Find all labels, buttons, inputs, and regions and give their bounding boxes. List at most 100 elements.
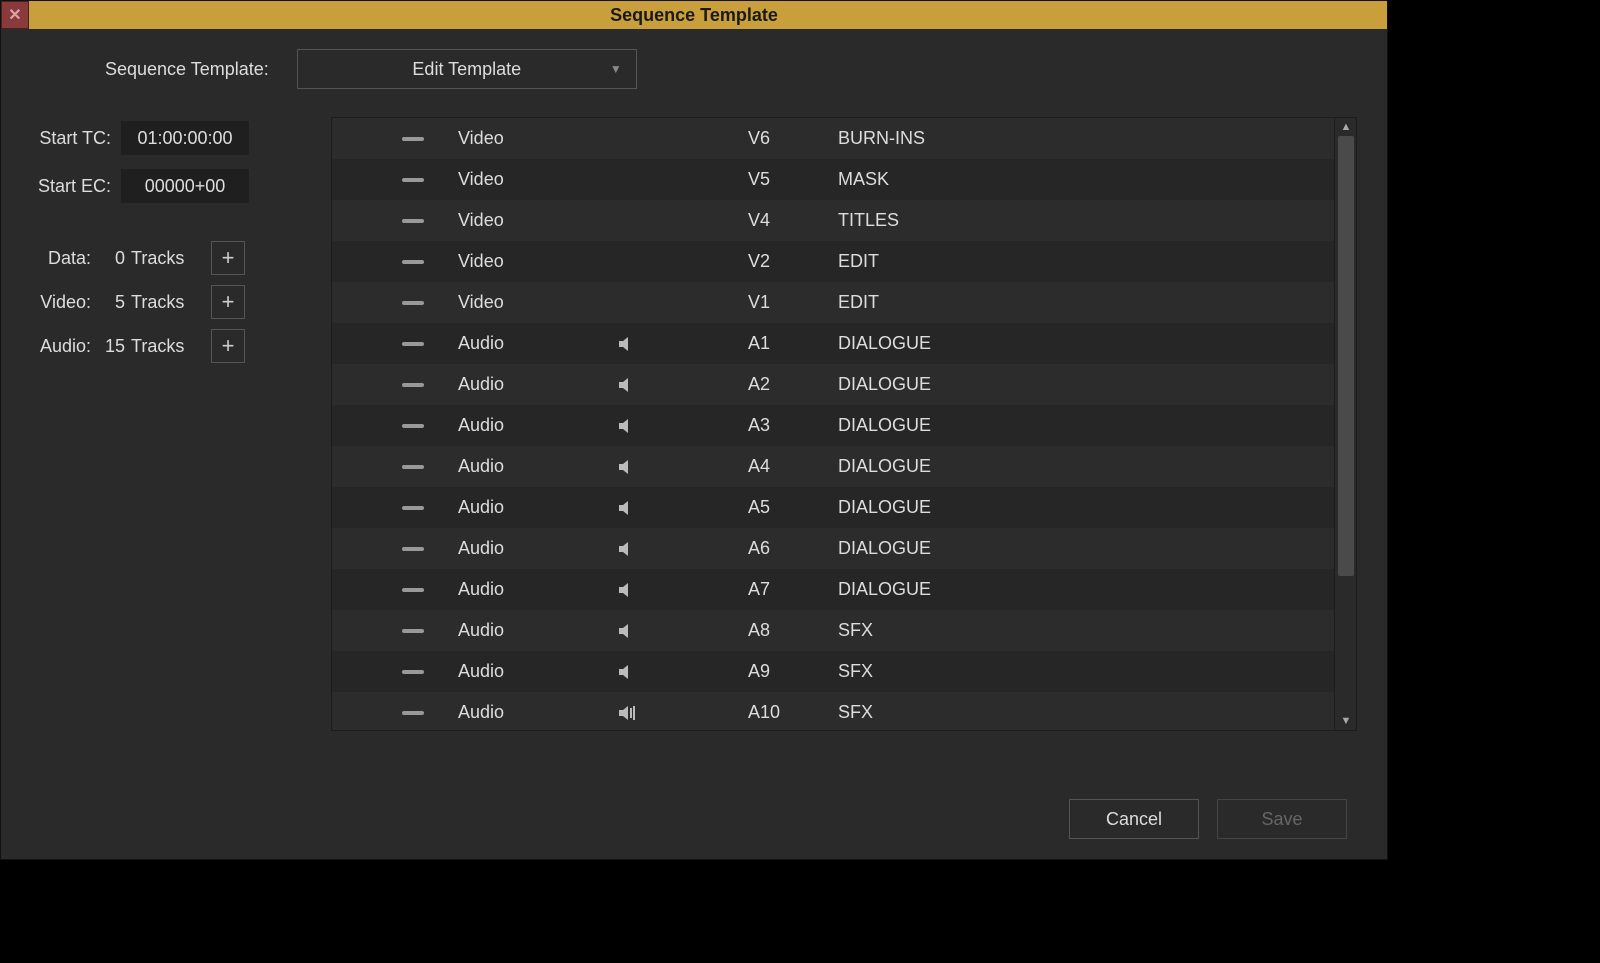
track-list: VideoV6BURN-INSVideoV5MASKVideoV4TITLESV…	[332, 118, 1334, 730]
track-id: A7	[748, 579, 838, 600]
add-video-track-button[interactable]: +	[211, 285, 245, 319]
audio-tracks-label: Audio:	[31, 336, 91, 357]
track-type: Video	[458, 251, 618, 272]
remove-track-button[interactable]	[368, 342, 458, 346]
remove-track-button[interactable]	[368, 506, 458, 510]
minus-icon	[402, 588, 424, 592]
video-tracks-row: Video: 5 Tracks +	[31, 285, 331, 319]
minus-icon	[402, 137, 424, 141]
titlebar: ✕ Sequence Template	[1, 1, 1387, 29]
speaker-icon	[618, 664, 748, 680]
track-id: V6	[748, 128, 838, 149]
track-row[interactable]: AudioA2DIALOGUE	[332, 364, 1334, 405]
track-name: SFX	[838, 661, 1334, 682]
audio-tracks-count: 15	[99, 336, 125, 357]
template-label: Sequence Template:	[105, 59, 269, 80]
track-row[interactable]: VideoV6BURN-INS	[332, 118, 1334, 159]
remove-track-button[interactable]	[368, 670, 458, 674]
track-row[interactable]: AudioA3DIALOGUE	[332, 405, 1334, 446]
track-row[interactable]: AudioA6DIALOGUE	[332, 528, 1334, 569]
track-row[interactable]: Audio A7DIALOGUE	[332, 569, 1334, 610]
minus-icon	[402, 424, 424, 428]
remove-track-button[interactable]	[368, 588, 458, 592]
close-icon: ✕	[8, 5, 21, 25]
minus-icon	[402, 711, 424, 715]
remove-track-button[interactable]	[368, 547, 458, 551]
cancel-button[interactable]: Cancel	[1069, 799, 1199, 839]
track-type: Audio	[458, 456, 618, 477]
track-row[interactable]: VideoV4TITLES	[332, 200, 1334, 241]
remove-track-button[interactable]	[368, 629, 458, 633]
track-row[interactable]: AudioA5DIALOGUE	[332, 487, 1334, 528]
track-row[interactable]: VideoV1EDIT	[332, 282, 1334, 323]
scrollbar[interactable]: ▲ ▼	[1334, 118, 1356, 730]
track-type: Audio	[458, 538, 618, 559]
add-audio-track-button[interactable]: +	[211, 329, 245, 363]
remove-track-button[interactable]	[368, 260, 458, 264]
remove-track-button[interactable]	[368, 178, 458, 182]
speaker-icon	[618, 336, 748, 352]
data-tracks-row: Data: 0 Tracks +	[31, 241, 331, 275]
track-name: DIALOGUE	[838, 538, 1334, 559]
track-id: A3	[748, 415, 838, 436]
sequence-template-dialog: ✕ Sequence Template Sequence Template: E…	[0, 0, 1388, 860]
track-name: DIALOGUE	[838, 579, 1334, 600]
remove-track-button[interactable]	[368, 301, 458, 305]
video-tracks-count: 5	[99, 292, 125, 313]
minus-icon	[402, 178, 424, 182]
track-row[interactable]: AudioA9SFX	[332, 651, 1334, 692]
track-type: Video	[458, 210, 618, 231]
minus-icon	[402, 342, 424, 346]
track-row[interactable]: VideoV2EDIT	[332, 241, 1334, 282]
track-name: SFX	[838, 702, 1334, 723]
body-row: Start TC: Start EC: Data: 0 Tracks +	[31, 117, 1357, 767]
close-button[interactable]: ✕	[1, 1, 29, 29]
track-type: Audio	[458, 579, 618, 600]
track-list-panel: VideoV6BURN-INSVideoV5MASKVideoV4TITLESV…	[331, 117, 1357, 731]
remove-track-button[interactable]	[368, 383, 458, 387]
track-name: DIALOGUE	[838, 415, 1334, 436]
minus-icon	[402, 506, 424, 510]
track-name: DIALOGUE	[838, 456, 1334, 477]
remove-track-button[interactable]	[368, 465, 458, 469]
minus-icon	[402, 547, 424, 551]
start-ec-input[interactable]	[121, 169, 249, 203]
add-data-track-button[interactable]: +	[211, 241, 245, 275]
start-tc-input[interactable]	[121, 121, 249, 155]
start-tc-row: Start TC:	[31, 121, 331, 155]
remove-track-button[interactable]	[368, 424, 458, 428]
start-ec-row: Start EC:	[31, 169, 331, 203]
track-id: A10	[748, 702, 838, 723]
chevron-down-icon: ▼	[610, 62, 622, 76]
track-id: V4	[748, 210, 838, 231]
template-dropdown-value: Edit Template	[412, 59, 521, 80]
track-name: SFX	[838, 620, 1334, 641]
video-tracks-unit: Tracks	[131, 292, 191, 313]
minus-icon	[402, 465, 424, 469]
track-row[interactable]: AudioA4DIALOGUE	[332, 446, 1334, 487]
template-dropdown[interactable]: Edit Template ▼	[297, 49, 637, 89]
data-tracks-unit: Tracks	[131, 248, 191, 269]
scrollbar-thumb[interactable]	[1338, 136, 1354, 576]
track-type: Audio	[458, 702, 618, 723]
save-button[interactable]: Save	[1217, 799, 1347, 839]
scroll-up-icon[interactable]: ▲	[1335, 118, 1357, 136]
track-row[interactable]: AudioA1DIALOGUE	[332, 323, 1334, 364]
track-id: A2	[748, 374, 838, 395]
track-type: Audio	[458, 620, 618, 641]
scroll-down-icon[interactable]: ▼	[1335, 712, 1357, 730]
track-type: Audio	[458, 661, 618, 682]
track-type: Audio	[458, 497, 618, 518]
data-tracks-count: 0	[99, 248, 125, 269]
footer: Cancel Save	[31, 799, 1357, 839]
track-row[interactable]: AudioA8SFX	[332, 610, 1334, 651]
start-tc-label: Start TC:	[31, 128, 111, 149]
track-row[interactable]: VideoV5MASK	[332, 159, 1334, 200]
remove-track-button[interactable]	[368, 711, 458, 715]
remove-track-button[interactable]	[368, 137, 458, 141]
track-row[interactable]: Audio A10SFX	[332, 692, 1334, 730]
remove-track-button[interactable]	[368, 219, 458, 223]
audio-tracks-unit: Tracks	[131, 336, 191, 357]
track-name: EDIT	[838, 251, 1334, 272]
track-name: DIALOGUE	[838, 497, 1334, 518]
